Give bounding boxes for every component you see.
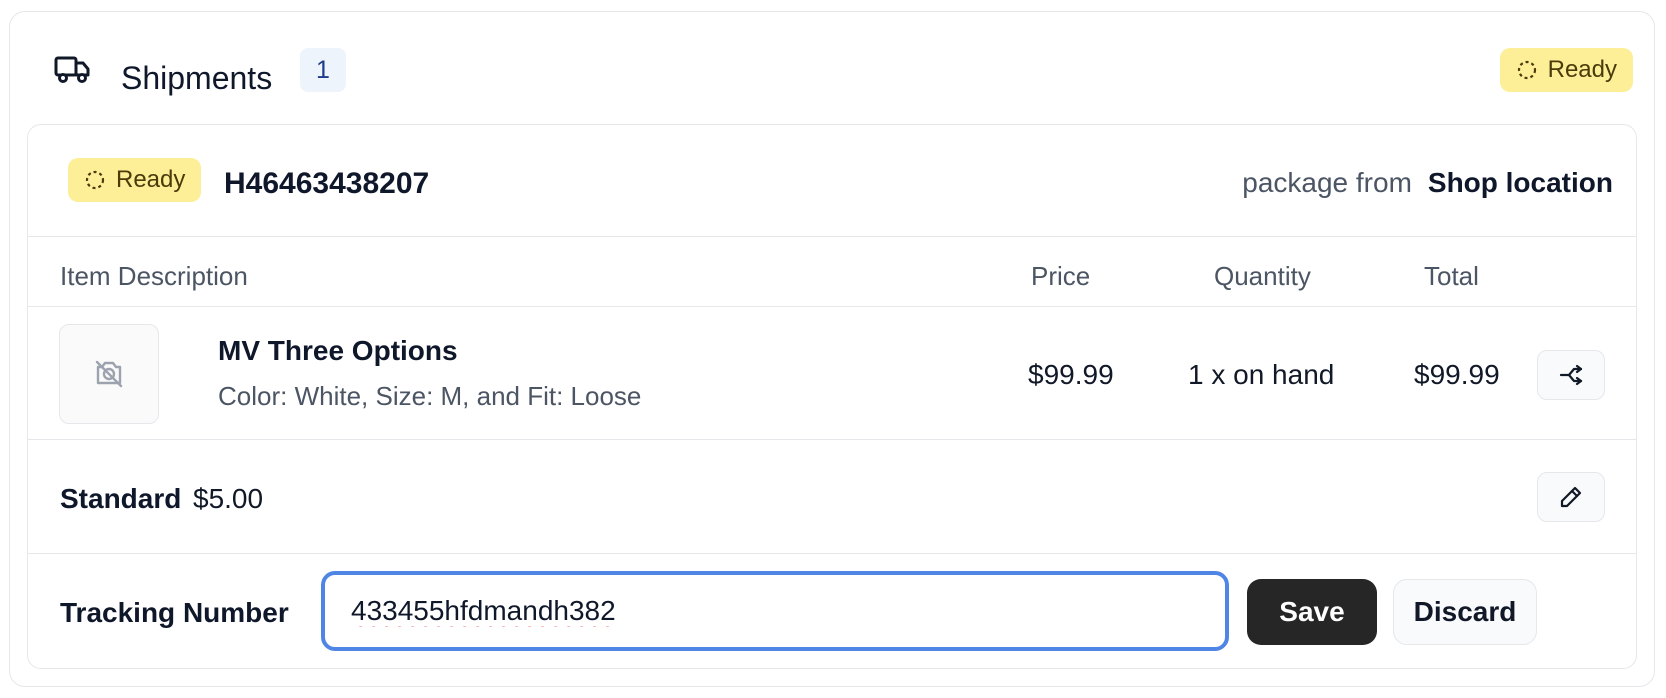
- product-thumbnail: [59, 324, 159, 424]
- package-origin: package from Shop location: [1242, 167, 1613, 199]
- package-id: H46463438207: [224, 167, 430, 200]
- item-name: MV Three Options: [218, 335, 458, 366]
- table-row: MV Three Options Color: White, Size: M, …: [28, 307, 1636, 440]
- pencil-icon: [1560, 486, 1582, 508]
- package-header: Ready H46463438207 package from Shop loc…: [28, 125, 1636, 237]
- package-card: Ready H46463438207 package from Shop loc…: [27, 124, 1637, 669]
- tracking-row: Tracking Number Save Discard: [28, 554, 1636, 668]
- shipments-header: Shipments 1 Ready: [10, 12, 1654, 124]
- split-item-button[interactable]: [1537, 350, 1605, 400]
- column-price: Price: [1031, 261, 1091, 291]
- shipment-status-text: Ready: [1547, 56, 1617, 83]
- shipments-title: Shipments: [121, 60, 273, 96]
- split-icon: [1559, 364, 1583, 386]
- shipments-card: Shipments 1 Ready Ready H46463438207 pac…: [9, 11, 1655, 687]
- discard-button[interactable]: Discard: [1393, 579, 1537, 645]
- no-image-icon: [95, 360, 123, 388]
- column-quantity: Quantity: [1214, 261, 1311, 291]
- shipment-status-badge: Ready: [1499, 48, 1633, 92]
- tracking-number-input[interactable]: [321, 571, 1229, 651]
- shipping-method-row: Standard $5.00: [28, 440, 1636, 554]
- item-quantity: 1 x on hand: [1188, 359, 1335, 390]
- item-total: $99.99: [1414, 359, 1500, 390]
- save-button[interactable]: Save: [1247, 579, 1377, 645]
- tracking-number-label: Tracking Number: [60, 597, 289, 628]
- package-location: Shop location: [1427, 167, 1613, 198]
- shipping-price: $5.00: [193, 483, 264, 514]
- shipment-count-badge: 1: [300, 48, 346, 92]
- items-table-header: Item Description Price Quantity Total: [28, 237, 1636, 307]
- column-description: Item Description: [60, 261, 248, 291]
- package-from-label: package from: [1242, 167, 1412, 198]
- column-total: Total: [1424, 261, 1479, 291]
- item-variant: Color: White, Size: M, and Fit: Loose: [218, 381, 642, 411]
- loader-circle-icon: [85, 170, 105, 190]
- package-status-text: Ready: [116, 166, 186, 193]
- edit-shipping-button[interactable]: [1537, 472, 1605, 522]
- loader-circle-icon: [1517, 60, 1536, 80]
- shipping-method: Standard: [60, 483, 182, 514]
- truck-icon: [54, 56, 90, 83]
- item-price: $99.99: [1028, 359, 1114, 390]
- package-status-badge: Ready: [68, 158, 202, 202]
